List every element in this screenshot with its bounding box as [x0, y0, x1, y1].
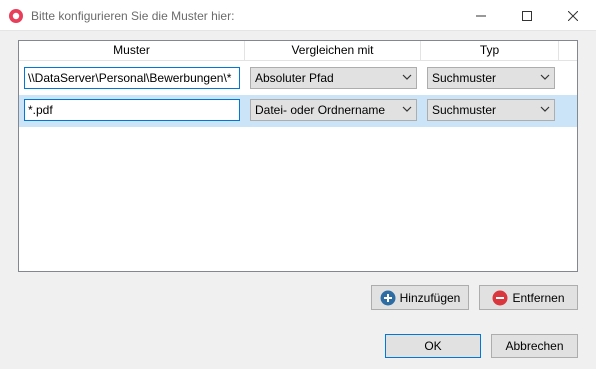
vergleichen-mit-value: Datei- oder Ordnername — [255, 103, 386, 117]
close-icon — [568, 10, 578, 21]
window-title: Bitte konfigurieren Sie die Muster hier: — [31, 9, 235, 23]
vergleichen-mit-value: Absoluter Pfad — [255, 71, 334, 85]
vergleichen-mit-select[interactable]: Datei- oder Ordnername — [250, 99, 417, 121]
muster-input[interactable]: *.pdf — [24, 99, 240, 121]
remove-button[interactable]: Entfernen — [479, 285, 578, 310]
maximize-button[interactable] — [504, 0, 550, 31]
muster-input[interactable]: \\DataServer\Personal\Bewerbungen\* — [24, 67, 240, 89]
chevron-down-icon — [540, 106, 550, 112]
app-logo-icon — [8, 8, 24, 24]
cancel-button[interactable]: Abbrechen — [491, 334, 578, 358]
title-bar: Bitte konfigurieren Sie die Muster hier: — [0, 0, 596, 31]
plus-icon — [380, 290, 396, 305]
column-header-vergleichen-mit[interactable]: Vergleichen mit — [245, 41, 421, 61]
column-header-typ[interactable]: Typ — [421, 41, 559, 61]
column-header-muster[interactable]: Muster — [19, 41, 245, 61]
cancel-button-label: Abbrechen — [505, 339, 564, 353]
remove-button-label: Entfernen — [512, 290, 565, 305]
minimize-button[interactable] — [458, 0, 504, 31]
column-header-filler — [559, 41, 577, 61]
maximize-icon — [522, 10, 532, 21]
add-button-label: Hinzufügen — [399, 290, 461, 305]
typ-value: Suchmuster — [432, 71, 497, 85]
ok-button[interactable]: OK — [385, 334, 481, 358]
ok-button-label: OK — [424, 339, 442, 353]
minus-icon — [492, 290, 508, 305]
table-row[interactable]: *.pdf Datei- oder Ordnername Suchmuster — [19, 95, 577, 127]
add-button[interactable]: Hinzufügen — [371, 285, 469, 310]
typ-select[interactable]: Suchmuster — [427, 99, 555, 121]
chevron-down-icon — [402, 74, 412, 80]
typ-select[interactable]: Suchmuster — [427, 67, 555, 89]
table-row[interactable]: \\DataServer\Personal\Bewerbungen\* Abso… — [19, 63, 577, 95]
typ-value: Suchmuster — [432, 103, 497, 117]
pattern-grid: Muster Vergleichen mit Typ \\DataServer\… — [18, 40, 578, 272]
vergleichen-mit-select[interactable]: Absoluter Pfad — [250, 67, 417, 89]
chevron-down-icon — [540, 74, 550, 80]
minimize-icon — [476, 15, 486, 16]
chevron-down-icon — [402, 106, 412, 112]
close-button[interactable] — [550, 0, 596, 31]
